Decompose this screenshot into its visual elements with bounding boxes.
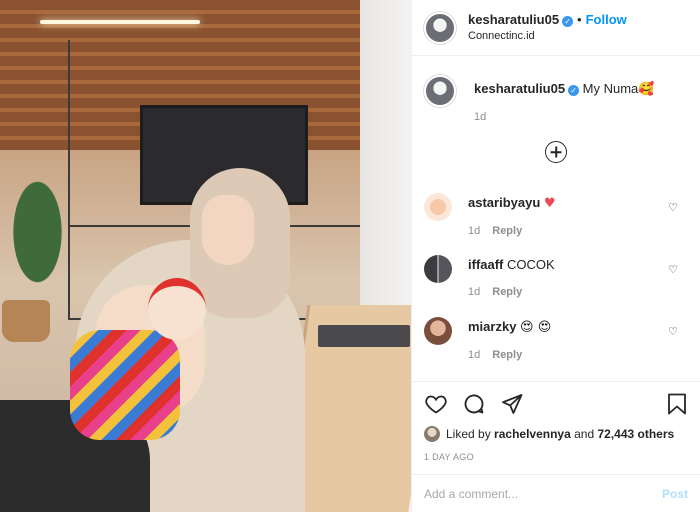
photo-plant [0, 180, 75, 310]
add-comment-bar: Post [412, 474, 700, 512]
caption-username[interactable]: kesharatuliu05 [474, 81, 565, 96]
caption-time: 1d [474, 111, 487, 123]
post-photo[interactable] [0, 0, 411, 512]
post-header: kesharatuliu05 ✓ • Follow Connectinc.id [412, 0, 700, 56]
photo-light [40, 20, 200, 24]
liker-avatar[interactable] [424, 426, 440, 442]
verified-icon: ✓ [568, 85, 580, 96]
comments-list[interactable]: kesharatuliu05 ✓ My Numa🥰 1d astaribyayu … [412, 57, 700, 380]
comment-time: 1d [468, 286, 481, 298]
caption-text: My Numa [582, 81, 639, 96]
comment-text: COCOK [507, 257, 555, 272]
photo-baby-dress [70, 330, 180, 440]
comment-username[interactable]: miarzky [468, 319, 516, 334]
post-comment-button[interactable]: Post [662, 487, 688, 501]
reply-button[interactable]: Reply [492, 225, 522, 237]
author-username[interactable]: kesharatuliu05 [468, 12, 559, 27]
caption-avatar[interactable] [424, 75, 456, 107]
plus-circle-icon[interactable] [545, 141, 567, 163]
author-avatar[interactable] [424, 11, 456, 44]
likes-summary: Liked by rachelvennya and 72,443 others [424, 426, 688, 442]
reply-button[interactable]: Reply [492, 349, 522, 361]
verified-icon: ✓ [562, 15, 574, 27]
header-text: kesharatuliu05 ✓ • Follow Connectinc.id [468, 12, 627, 44]
photo-pot [2, 300, 50, 342]
like-comment-heart-icon[interactable]: ♡ [668, 201, 678, 214]
comment-item: iffaaff COCOK 1d Reply ♡ [412, 249, 700, 311]
separator-dot: • [577, 11, 582, 27]
location-link[interactable]: Connectinc.id [468, 28, 627, 44]
likes-and: and [574, 427, 595, 441]
comment-input[interactable] [424, 486, 662, 501]
caption: kesharatuliu05 ✓ My Numa🥰 1d [412, 57, 700, 139]
photo-laptop [318, 325, 410, 347]
post-timestamp[interactable]: 1 DAY AGO [424, 452, 688, 462]
liker-username[interactable]: rachelvennya [494, 427, 571, 441]
like-comment-heart-icon[interactable]: ♡ [668, 325, 678, 338]
comment-avatar[interactable] [424, 255, 452, 283]
reply-button[interactable]: Reply [492, 286, 522, 298]
comment-time: 1d [468, 225, 481, 237]
bookmark-icon[interactable] [666, 392, 688, 416]
load-more-comments[interactable] [412, 141, 700, 165]
red-heart-emoji: ♥ [543, 196, 556, 211]
likes-count[interactable]: 72,443 others [597, 427, 674, 441]
like-comment-heart-icon[interactable]: ♡ [668, 263, 678, 276]
photo-baby-head [148, 278, 206, 340]
caption-body: kesharatuliu05 ✓ My Numa🥰 1d [474, 75, 654, 139]
comment-avatar[interactable] [424, 193, 452, 221]
post-actions: Liked by rachelvennya and 72,443 others … [412, 381, 700, 473]
comment-avatar[interactable] [424, 317, 452, 345]
liked-by-prefix: Liked by [446, 427, 491, 441]
post-sidebar: kesharatuliu05 ✓ • Follow Connectinc.id kes… [411, 0, 700, 512]
follow-button[interactable]: Follow [586, 12, 627, 27]
photo-face [202, 195, 254, 265]
heart-icon[interactable] [424, 392, 448, 416]
comment-icon[interactable] [462, 392, 486, 416]
comment-time: 1d [468, 349, 481, 361]
caption-emoji: 🥰 [638, 82, 655, 97]
heart-eyes-emoji: 😍 😍 [520, 320, 552, 335]
comment-username[interactable]: iffaaff [468, 257, 503, 272]
comment-item: astaribyayu ♥ 1d Reply ♡ [412, 187, 700, 249]
comment-username[interactable]: astaribyayu [468, 195, 540, 210]
comment-item: miarzky 😍 😍 1d Reply ♡ [412, 311, 700, 373]
share-icon[interactable] [500, 392, 524, 416]
